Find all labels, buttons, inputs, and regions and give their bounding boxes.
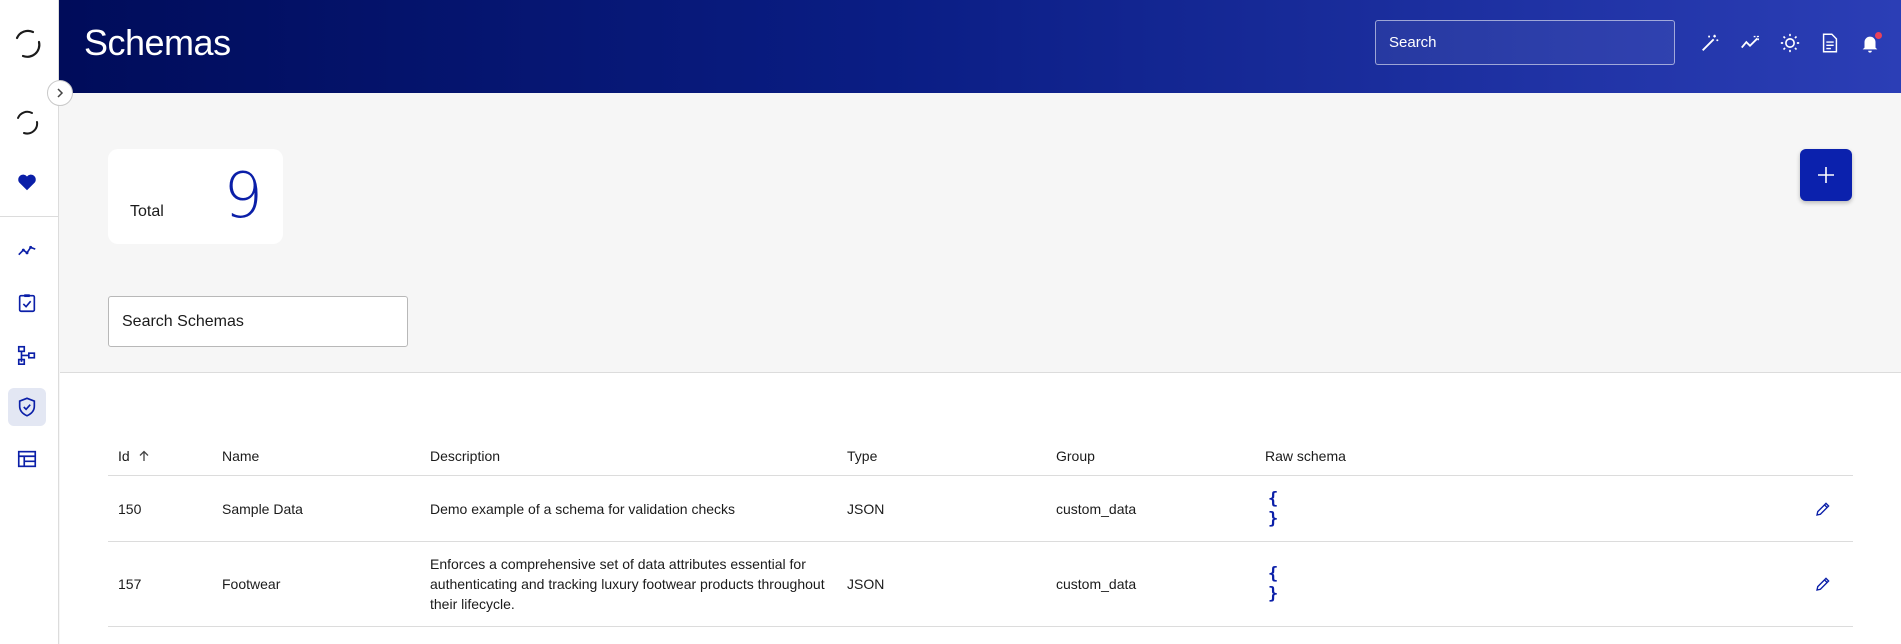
chart-line-icon[interactable] xyxy=(8,232,46,270)
column-header-name[interactable]: Name xyxy=(222,448,259,464)
global-search-input[interactable] xyxy=(1375,20,1675,65)
table-icon[interactable] xyxy=(8,440,46,478)
table-header-row: Id Name Description Type Group Raw schem… xyxy=(108,436,1853,476)
notification-dot xyxy=(1875,32,1882,39)
cell-name: Footwear xyxy=(222,576,281,592)
add-schema-button[interactable] xyxy=(1800,149,1852,201)
edit-pencil-icon[interactable] xyxy=(1812,498,1834,520)
total-value: 9 xyxy=(223,159,263,232)
total-label: Total xyxy=(130,203,164,220)
cell-type: JSON xyxy=(847,501,885,517)
edit-pencil-icon[interactable] xyxy=(1812,573,1834,595)
column-header-group[interactable]: Group xyxy=(1056,448,1095,464)
clipboard-check-icon[interactable] xyxy=(8,284,46,322)
heart-icon[interactable] xyxy=(8,163,46,201)
schemas-table: Id Name Description Type Group Raw schem… xyxy=(60,372,1901,644)
sort-ascending-icon xyxy=(139,450,149,461)
total-card: Total 9 xyxy=(108,149,283,244)
column-header-raw-schema[interactable]: Raw schema xyxy=(1265,448,1346,464)
logo-icon[interactable] xyxy=(8,25,46,63)
cell-id: 150 xyxy=(118,501,142,517)
bell-icon[interactable] xyxy=(1857,30,1883,56)
column-header-type[interactable]: Type xyxy=(847,448,877,464)
chevron-right-icon xyxy=(57,88,64,98)
loader-icon[interactable] xyxy=(8,104,46,142)
cell-id: 157 xyxy=(118,576,142,592)
page-title: Schemas xyxy=(84,22,231,63)
sidebar-divider xyxy=(0,216,59,217)
table-row[interactable]: 150 Sample Data Demo example of a schema… xyxy=(108,476,1853,542)
cell-type: JSON xyxy=(847,576,885,592)
sidebar-collapse-button[interactable] xyxy=(47,80,73,106)
cell-group: custom_data xyxy=(1056,576,1137,592)
raw-schema-braces-icon[interactable]: { } xyxy=(1268,489,1294,529)
column-header-id[interactable]: Id xyxy=(118,448,150,464)
raw-schema-braces-icon[interactable]: { } xyxy=(1268,564,1294,604)
cell-description: Enforces a comprehensive set of data att… xyxy=(430,556,825,612)
table-row[interactable]: 157 Footwear Enforces a comprehensive se… xyxy=(108,542,1853,627)
plus-icon xyxy=(1818,167,1834,183)
trend-icon[interactable] xyxy=(1737,30,1763,56)
cell-description: Demo example of a schema for validation … xyxy=(430,501,736,517)
cell-group: custom_data xyxy=(1056,501,1137,517)
column-header-description[interactable]: Description xyxy=(430,448,500,464)
cell-name: Sample Data xyxy=(222,501,303,517)
sun-icon[interactable] xyxy=(1777,30,1803,56)
document-icon[interactable] xyxy=(1817,30,1843,56)
hierarchy-icon[interactable] xyxy=(8,336,46,374)
schema-search-input[interactable] xyxy=(108,296,408,347)
app-header: Schemas xyxy=(59,0,1901,93)
shield-check-icon[interactable] xyxy=(8,388,46,426)
column-header-id-label: Id xyxy=(118,448,130,464)
magic-wand-icon[interactable] xyxy=(1697,30,1723,56)
